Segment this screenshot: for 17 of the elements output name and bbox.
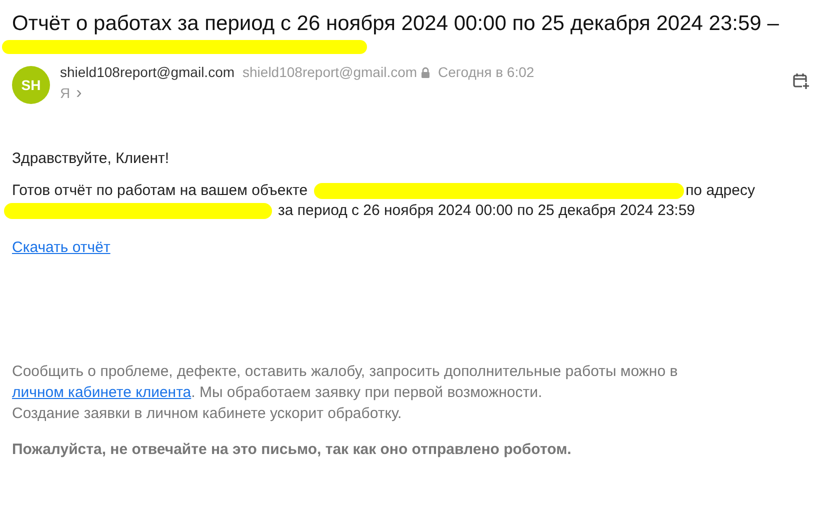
footer-text: Сообщить о проблеме, дефекте, оставить жалобу, запросить дополнительные работы можно в личном кабинете клиента. Мы обработаем заявку при первой возможности. <box>12 362 679 403</box>
greeting-text: Здравствуйте, Клиент! <box>12 150 170 167</box>
sent-time: Сегодня в 6:02 <box>438 64 534 80</box>
body-text: за период с 26 ноября 2024 00:00 по 25 декабря 2024 23:59 <box>278 201 696 221</box>
email-subject: Отчёт о работах за период с 26 ноября 2024 00:00 по 25 декабря 2024 23:59 – <box>12 11 780 37</box>
footer-note: Создание заявки в личном кабинете ускорит обработку. <box>12 404 403 424</box>
sender-avatar: SH <box>12 66 50 104</box>
body-text: по адресу <box>686 181 755 201</box>
recipient[interactable]: Я <box>60 85 70 101</box>
sender-name: shield108report@gmail.com <box>60 64 235 80</box>
download-report-link[interactable]: Скачать отчёт <box>12 239 110 256</box>
expand-arrow[interactable]: › <box>76 83 82 103</box>
sender-address: shield108report@gmail.com <box>242 64 418 80</box>
client-account-link[interactable]: личном кабинете клиента <box>12 384 192 401</box>
no-reply-notice: Пожалуйста, не отвечайте на это письмо, так как оно отправлено роботом. <box>12 441 572 458</box>
add-to-calendar-button[interactable] <box>791 72 811 92</box>
body-text: Готов отчёт по работам на вашем объекте <box>12 181 308 201</box>
